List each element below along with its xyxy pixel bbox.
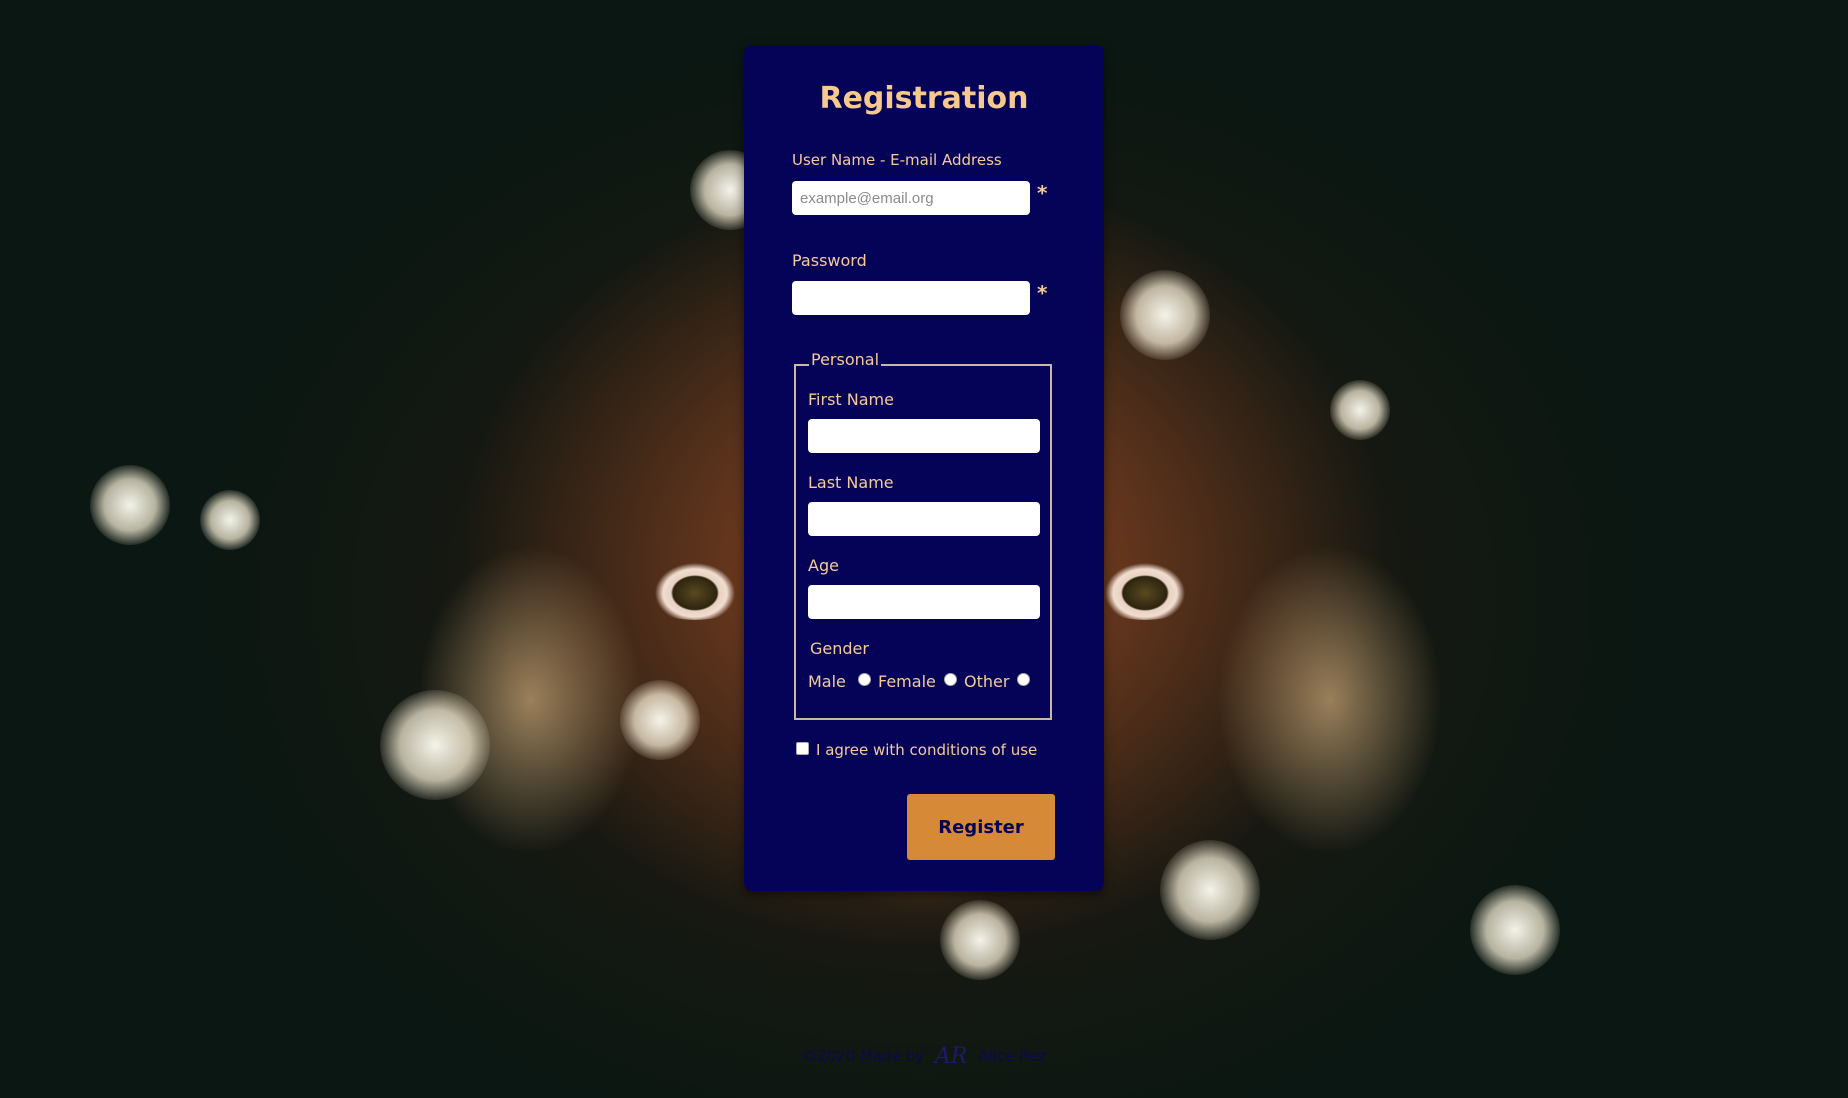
gender-option-female-label: Female — [878, 672, 936, 691]
registration-card: Registration User Name - E-mail Address … — [744, 45, 1104, 891]
form-title: Registration — [819, 81, 1029, 116]
bokeh-light — [1120, 270, 1210, 360]
gender-radio-other[interactable] — [1017, 673, 1030, 686]
author-signature-logo: AR — [934, 1044, 968, 1069]
footer: ©2020 Made by AR Alice Rez — [0, 1044, 1848, 1069]
agree-checkbox[interactable] — [796, 742, 809, 755]
bokeh-light — [1470, 885, 1560, 975]
gender-option-male-label: Male — [808, 672, 846, 691]
gender-radio-male[interactable] — [858, 673, 871, 686]
password-input[interactable] — [792, 281, 1030, 315]
bokeh-light — [1160, 840, 1260, 940]
bokeh-light — [90, 465, 170, 545]
first-name-label: First Name — [808, 390, 894, 409]
bokeh-light — [380, 690, 490, 800]
footer-copyright: ©2020 Made by — [802, 1047, 925, 1065]
bokeh-light — [940, 900, 1020, 980]
username-required-mark: * — [1037, 181, 1048, 205]
personal-fieldset — [794, 364, 1052, 720]
username-input[interactable] — [792, 181, 1030, 215]
password-label: Password — [792, 251, 867, 270]
personal-legend: Personal — [809, 350, 882, 369]
agree-label: I agree with conditions of use — [816, 741, 1038, 759]
eye-right — [1090, 560, 1200, 620]
bokeh-light — [1330, 380, 1390, 440]
last-name-label: Last Name — [808, 473, 894, 492]
last-name-input[interactable] — [808, 502, 1040, 536]
age-label: Age — [808, 556, 839, 575]
footer-author: Alice Rez — [978, 1047, 1046, 1065]
gender-radio-female[interactable] — [944, 673, 957, 686]
password-required-mark: * — [1037, 281, 1048, 305]
gender-label: Gender — [810, 639, 869, 658]
gender-option-other-label: Other — [964, 672, 1010, 691]
bokeh-light — [200, 490, 260, 550]
eye-left — [640, 560, 750, 620]
first-name-input[interactable] — [808, 419, 1040, 453]
age-input[interactable] — [808, 585, 1040, 619]
username-label: User Name - E-mail Address — [792, 151, 1002, 169]
register-button[interactable]: Register — [907, 794, 1055, 860]
bokeh-light — [620, 680, 700, 760]
